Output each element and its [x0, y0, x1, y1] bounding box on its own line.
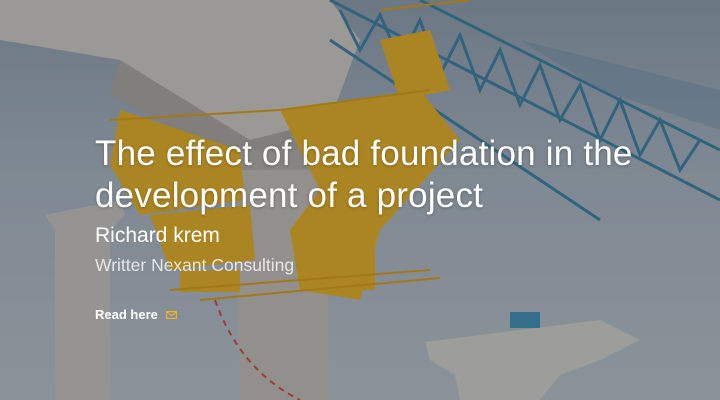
article-title: The effect of bad foundation in the deve… [95, 134, 633, 215]
mail-icon [165, 310, 177, 319]
author-name: Richard krem [95, 224, 220, 247]
read-here-link[interactable]: Read here [95, 307, 177, 322]
author-role: Writter Nexant Consulting [95, 255, 295, 275]
hero-banner: The effect of bad foundation in the deve… [0, 0, 720, 400]
read-here-label: Read here [95, 307, 158, 322]
article-card: The effect of bad foundation in the deve… [95, 133, 695, 324]
